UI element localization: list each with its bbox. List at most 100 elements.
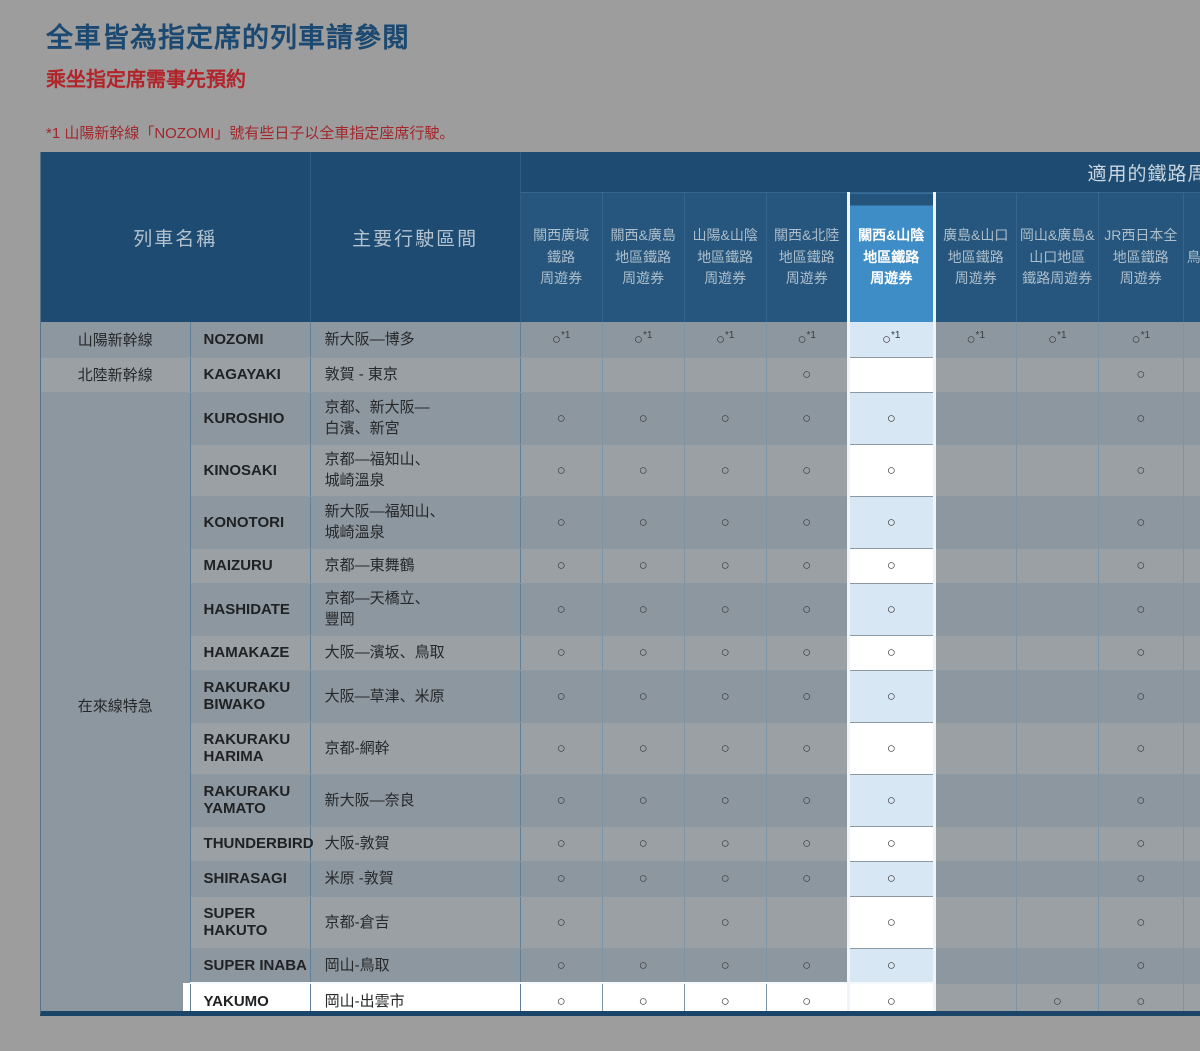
pass-mark-cell: ○	[520, 670, 602, 722]
circle-icon: ○	[721, 514, 730, 531]
circle-icon: ○	[887, 601, 896, 618]
pass-mark-cell	[1183, 896, 1200, 948]
circle-icon: ○	[887, 914, 896, 931]
route-cell: 大阪—草津、米原	[310, 670, 520, 722]
circle-icon: ○	[721, 835, 730, 852]
circle-icon: ○	[721, 870, 730, 887]
pass-column-header[interactable]: 關西&廣島 地區鐵路 周遊券	[602, 193, 684, 323]
route-cell: 岡山-鳥取	[310, 948, 520, 983]
table-row: KONOTORI新大阪—福知山、 城崎溫泉○○○○○○	[41, 496, 1200, 548]
pass-mark-cell	[934, 722, 1016, 774]
pass-mark-cell	[766, 896, 848, 948]
circle-icon: ○	[887, 557, 896, 574]
pass-mark-cell: ○	[602, 774, 684, 826]
pass-column-header[interactable]: 鳥	[1183, 193, 1200, 323]
train-name-cell: MAIZURU	[190, 548, 310, 583]
pass-mark-cell: ○*1	[934, 322, 1016, 357]
table-row: 北陸新幹線KAGAYAKI敦賀 - 東京○○	[41, 357, 1200, 392]
pass-mark-cell: ○	[1098, 670, 1183, 722]
pass-mark-cell: ○	[1098, 583, 1183, 635]
table-row: 在來線特急KUROSHIO京都、新大阪— 白濱、新宮○○○○○○	[41, 392, 1200, 444]
pass-mark-cell: ○	[520, 774, 602, 826]
pass-mark-cell: ○	[520, 948, 602, 983]
circle-icon: ○	[639, 601, 648, 618]
pass-mark-cell	[1183, 774, 1200, 826]
pass-column-header[interactable]: 關西&山陰 地區鐵路 周遊券	[848, 193, 934, 323]
pass-mark-cell: ○	[766, 861, 848, 896]
circle-icon: ○	[557, 514, 566, 531]
pass-mark-cell	[602, 896, 684, 948]
pass-mark-cell	[1183, 444, 1200, 496]
pass-mark-cell: ○	[1098, 635, 1183, 670]
pass-mark-cell: ○*1	[766, 322, 848, 357]
pass-mark-cell	[934, 444, 1016, 496]
circle-icon: ○	[639, 644, 648, 661]
route-cell: 京都—福知山、 城崎溫泉	[310, 444, 520, 496]
pass-column-header[interactable]: 山陽&山陰 地區鐵路 周遊券	[684, 193, 766, 323]
pass-column-header[interactable]: 關西廣域 鐵路 周遊券	[520, 193, 602, 323]
circle-icon: ○	[1136, 688, 1145, 705]
train-name-cell: SHIRASAGI	[190, 861, 310, 896]
pass-mark-cell	[1016, 392, 1098, 444]
table-row: SUPER HAKUTO京都-倉吉○○○○	[41, 896, 1200, 948]
pass-column-header[interactable]: 岡山&廣島& 山口地區 鐵路周遊券	[1016, 193, 1098, 323]
table-row: SUPER INABA岡山-鳥取○○○○○○	[41, 948, 1200, 983]
circle-icon: ○	[557, 870, 566, 887]
circle-icon: ○	[1048, 331, 1057, 348]
pass-mark-cell: ○	[520, 635, 602, 670]
circle-icon: ○	[721, 957, 730, 974]
circle-icon: ○	[887, 462, 896, 479]
circle-icon: ○	[1136, 462, 1145, 479]
train-name-cell: SUPER INABA	[190, 948, 310, 983]
pass-mark-cell	[1016, 496, 1098, 548]
pass-mark-cell: ○	[520, 583, 602, 635]
pass-mark-cell: ○	[766, 722, 848, 774]
pass-mark-cell: ○	[520, 392, 602, 444]
pass-mark-cell: ○	[848, 948, 934, 983]
route-cell: 京都—東舞鶴	[310, 548, 520, 583]
pass-mark-cell: ○	[1098, 496, 1183, 548]
train-name-cell: HASHIDATE	[190, 583, 310, 635]
table-row: YAKUMO岡山-出雲市○○○○○○○	[41, 983, 1200, 1016]
table-row: KINOSAKI京都—福知山、 城崎溫泉○○○○○○	[41, 444, 1200, 496]
circle-icon: ○	[1136, 514, 1145, 531]
pass-mark-cell: ○	[848, 496, 934, 548]
pass-mark-cell: ○	[602, 826, 684, 861]
pass-mark-cell: ○	[520, 722, 602, 774]
pass-mark-cell	[934, 948, 1016, 983]
circle-icon: ○	[639, 557, 648, 574]
circle-icon: ○	[634, 331, 643, 348]
pass-mark-cell: ○	[848, 635, 934, 670]
train-name-cell: THUNDERBIRD	[190, 826, 310, 861]
circle-icon: ○	[557, 557, 566, 574]
pass-mark-cell	[1016, 722, 1098, 774]
circle-icon: ○	[1132, 331, 1141, 348]
pass-mark-cell: ○	[602, 496, 684, 548]
pass-mark-cell	[602, 357, 684, 392]
pass-mark-cell: ○	[766, 392, 848, 444]
pass-mark-cell: ○	[1016, 983, 1098, 1016]
pass-mark-cell: ○	[684, 896, 766, 948]
circle-icon: ○	[802, 644, 811, 661]
circle-icon: ○	[1136, 914, 1145, 931]
pass-mark-cell	[934, 496, 1016, 548]
circle-icon: ○	[639, 688, 648, 705]
pass-mark-cell: ○	[602, 548, 684, 583]
pass-mark-cell: ○	[520, 444, 602, 496]
circle-icon: ○	[639, 993, 648, 1010]
table-row: MAIZURU京都—東舞鶴○○○○○○	[41, 548, 1200, 583]
note-ref: *1	[1141, 330, 1150, 341]
circle-icon: ○	[639, 462, 648, 479]
pass-mark-cell: ○	[848, 722, 934, 774]
circle-icon: ○	[1136, 957, 1145, 974]
train-name-cell: RAKURAKU HARIMA	[190, 722, 310, 774]
pass-column-header[interactable]: 關西&北陸 地區鐵路 周遊券	[766, 193, 848, 323]
pass-column-header[interactable]: JR西日本全 地區鐵路 周遊券	[1098, 193, 1183, 323]
pass-mark-cell: ○	[1098, 722, 1183, 774]
circle-icon: ○	[802, 514, 811, 531]
circle-icon: ○	[802, 957, 811, 974]
pass-mark-cell	[1183, 322, 1200, 357]
train-name-cell: KONOTORI	[190, 496, 310, 548]
pass-column-header[interactable]: 廣島&山口 地區鐵路 周遊券	[934, 193, 1016, 323]
circle-icon: ○	[802, 557, 811, 574]
